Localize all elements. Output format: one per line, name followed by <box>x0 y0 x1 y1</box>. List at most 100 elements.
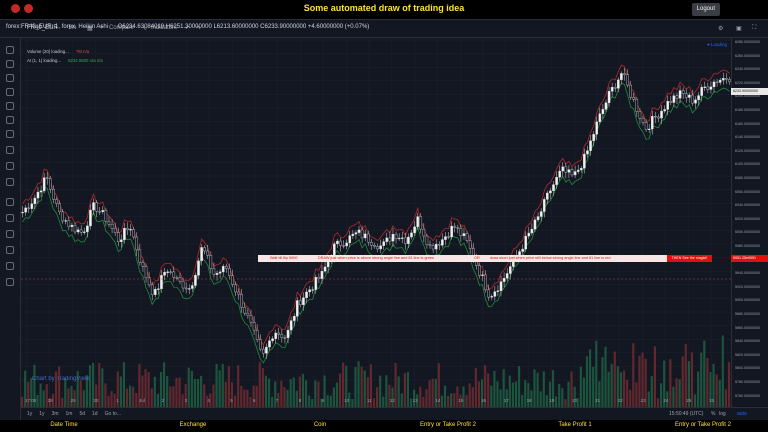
candle-body <box>240 294 243 308</box>
time-tick: 1 <box>116 398 119 403</box>
auto-toggle[interactable]: auto <box>737 411 747 417</box>
candle-body <box>688 94 691 98</box>
candle-body <box>490 296 494 298</box>
settings-icon[interactable]: ⚙ <box>718 25 723 32</box>
candle-body <box>434 243 438 250</box>
candle-body <box>237 291 240 295</box>
candle-body <box>98 211 101 213</box>
candle-body <box>404 237 407 244</box>
fib-icon[interactable] <box>6 130 14 138</box>
current-price-tag: 6233.90000000 <box>731 88 768 95</box>
candle-body <box>296 300 299 317</box>
stay-drawing-icon[interactable] <box>6 246 14 254</box>
ai-legend-label[interactable]: AI (1, 1) loading... <box>27 58 61 63</box>
tradingview-watermark: Chart by TradingView <box>32 376 90 382</box>
price-tick: 5880.00000000 <box>735 312 760 316</box>
horizontal-line-icon[interactable] <box>6 74 14 82</box>
legend-symbol[interactable]: forex:FR40_EUR, 1, forex, Heikin Ashi <box>6 24 108 30</box>
range-button[interactable]: 1d <box>92 411 98 417</box>
candle-body <box>342 245 345 247</box>
candle-body <box>265 346 268 354</box>
clock: 15:50:49 (UTC) <box>669 411 704 417</box>
range-button[interactable]: 1y <box>39 411 44 417</box>
app-header: Some automated draw of trading idea Logo… <box>0 0 768 19</box>
time-tick: 30 <box>93 398 99 403</box>
footer-column-0[interactable]: Date Time <box>50 422 77 428</box>
volume-legend-label[interactable]: Volume (20) loading... <box>27 49 69 54</box>
log-toggle[interactable]: log <box>719 411 726 417</box>
price-tick: 6220.00000000 <box>735 80 760 85</box>
candle-body <box>231 275 234 285</box>
candle-body <box>246 312 250 316</box>
range-button[interactable]: 1m <box>66 411 73 417</box>
candle-body <box>228 268 231 276</box>
text-icon[interactable] <box>6 102 14 110</box>
candle-body <box>638 111 642 119</box>
chart-legend: forex:FR40_EUR, 1, forex, Heikin Ashi O6… <box>6 24 369 30</box>
candle-body <box>129 229 132 231</box>
time-axis[interactable]: 17:00 28 29 30 1 Jul 2 3 4 5 6 7 8 9 10 11 12 13 14 15 16 17 1… <box>21 398 731 408</box>
magnet-icon[interactable] <box>6 198 14 206</box>
candle-body <box>314 277 318 290</box>
eye-icon[interactable] <box>6 230 14 238</box>
trash-icon[interactable] <box>6 278 14 286</box>
candle-body <box>203 247 206 252</box>
candle-body <box>617 79 620 89</box>
resistance-line <box>22 64 730 346</box>
volume-bar <box>721 335 724 407</box>
candle-body <box>462 233 466 236</box>
pattern-icon[interactable] <box>6 116 14 124</box>
range-button[interactable]: 5d <box>79 411 85 417</box>
snapshot-icon[interactable]: ▣ <box>736 25 742 32</box>
footer-column-2[interactable]: Coin <box>314 422 326 428</box>
candle-body <box>123 227 126 240</box>
candle-body <box>620 73 623 81</box>
candle-body <box>339 240 342 246</box>
support-line <box>22 82 730 364</box>
range-button[interactable]: 1y <box>27 411 32 417</box>
footer-column-1[interactable]: Exchange <box>180 422 207 428</box>
candle-body <box>499 281 503 291</box>
candle-body <box>629 84 632 98</box>
footer-column-5[interactable]: Entry or Take Profit 2 <box>675 422 731 428</box>
candle-body <box>42 177 46 192</box>
price-tick: 5820.00000000 <box>735 352 760 357</box>
candle-body <box>181 280 185 289</box>
candle-body <box>209 255 213 269</box>
footer-column-4[interactable]: Take Profit 1 <box>558 422 591 428</box>
zoom-icon[interactable] <box>6 178 14 186</box>
candle-body <box>116 232 120 242</box>
range-button[interactable]: 3m <box>52 411 59 417</box>
candle-body <box>21 211 24 214</box>
candle-body <box>478 265 481 276</box>
trendline-icon[interactable] <box>6 60 14 68</box>
arrow-left-icon[interactable] <box>6 146 14 154</box>
time-tick: 12 <box>389 398 395 403</box>
candle-body <box>663 109 666 112</box>
candle-body <box>718 79 722 83</box>
drawing-toolbar <box>0 38 21 421</box>
candle-body <box>305 291 308 298</box>
percent-toggle[interactable]: % <box>711 411 715 417</box>
range-buttons: 1y 1y 3m 1m 5d 1d Go to... <box>27 411 128 417</box>
fullscreen-icon[interactable]: ⛶ <box>752 25 756 32</box>
price-chart[interactable] <box>21 38 731 407</box>
candle-body <box>592 134 595 141</box>
time-tick: 13 <box>412 398 418 403</box>
logout-button[interactable]: Logout <box>691 3 720 16</box>
price-tick: 5860.00000000 <box>735 325 760 330</box>
candle-body <box>407 236 410 244</box>
candle-body <box>126 227 129 231</box>
lock-icon[interactable] <box>6 214 14 222</box>
candle-body <box>135 236 139 251</box>
ruler-icon[interactable] <box>6 162 14 170</box>
candle-body <box>376 246 379 250</box>
crosshair-icon[interactable] <box>6 46 14 54</box>
layers-icon[interactable] <box>6 262 14 270</box>
candle-body <box>632 97 636 100</box>
candle-body <box>178 277 182 282</box>
range-button[interactable]: Go to... <box>105 411 121 417</box>
footer-column-3[interactable]: Entry or Take Profit 2 <box>420 422 476 428</box>
brush-icon[interactable] <box>6 88 14 96</box>
price-tick: 5980.00000000 <box>735 244 760 248</box>
